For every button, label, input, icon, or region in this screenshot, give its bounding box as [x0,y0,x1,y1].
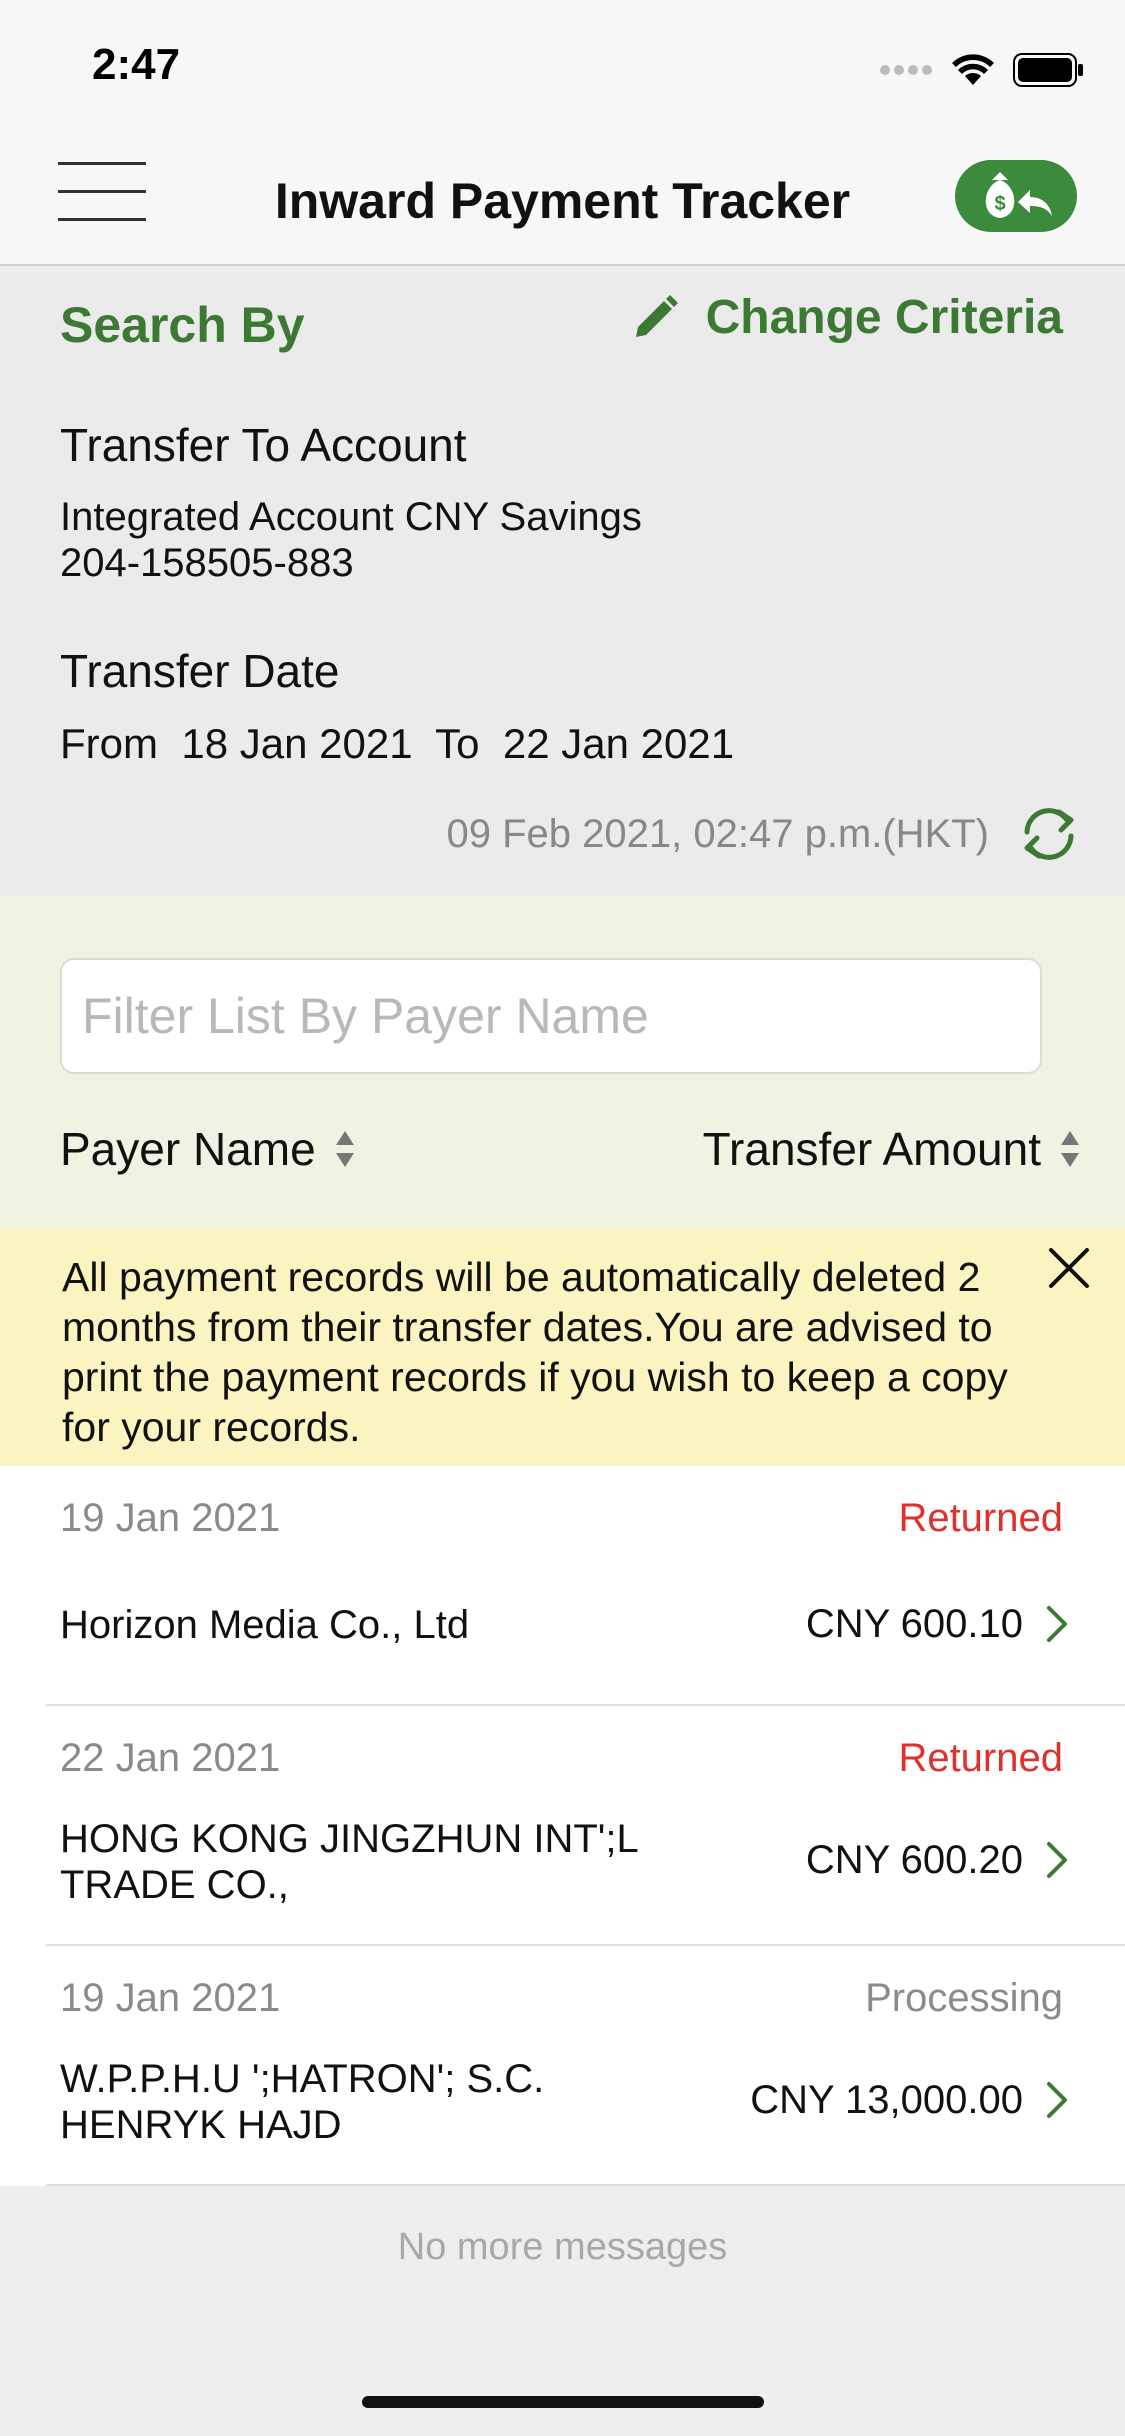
nav-bar: Inward Payment Tracker $ [0,140,1125,266]
record-amount: CNY 13,000.00 [750,2078,1023,2122]
change-criteria-label: Change Criteria [705,291,1063,344]
battery-icon [1013,53,1083,87]
cellular-signal-icon [880,65,932,75]
chevron-right-icon [1047,1606,1067,1642]
record-payer: HONG KONG JINGZHUN INT';L TRADE CO., [60,1817,638,1907]
svg-text:$: $ [994,193,1005,215]
record-payer: Horizon Media Co., Ltd [60,1603,470,1647]
last-updated-time: 09 Feb 2021, 02:47 p.m.(HKT) [446,811,990,856]
divider [46,2184,1125,2186]
payment-records-list: 19 Jan 2021 Returned Horizon Media Co., … [0,1466,1125,2186]
payment-record-row[interactable]: 22 Jan 2021 Returned HONG KONG JINGZHUN … [0,1706,1125,1946]
notice-banner: All payment records will be automaticall… [0,1228,1125,1466]
no-more-messages: No more messages [397,2226,728,2268]
transfer-amount-column-label: Transfer Amount [702,1123,1041,1175]
notice-text: All payment records will be automaticall… [62,1254,1008,1450]
payer-name-column-label: Payer Name [60,1123,316,1175]
record-amount: CNY 600.10 [805,1602,1023,1646]
close-icon[interactable] [1043,1242,1095,1294]
money-bag-return-icon: $ [985,172,1052,218]
pencil-icon [635,294,678,337]
chevron-right-icon [1047,2082,1067,2118]
search-by-heading: Search By [60,297,305,353]
change-criteria-button[interactable]: Change Criteria [630,290,1063,345]
record-date: 19 Jan 2021 [60,1976,281,2020]
last-updated-row: 09 Feb 2021, 02:47 p.m.(HKT) [447,802,1082,866]
account-name: Integrated Account CNY Savings [60,495,642,539]
filter-area: Payer Name Transfer Amount [0,896,1125,1228]
refresh-icon[interactable] [1017,802,1081,866]
chevron-right-icon [1047,1842,1067,1878]
date-range: From 18 Jan 2021 To 22 Jan 2021 [60,720,734,768]
search-criteria-panel: Search By Change Criteria Transfer To Ac… [0,266,1125,896]
record-status: Processing [865,1976,1063,2020]
money-bag-return-button[interactable]: $ [955,160,1077,232]
record-date: 19 Jan 2021 [60,1496,281,1540]
payer-name-filter-input[interactable] [60,958,1042,1074]
wifi-icon [952,54,994,85]
record-date: 22 Jan 2021 [60,1736,281,1780]
sort-arrows-icon [1061,1131,1079,1167]
status-icons [879,50,1085,90]
transfer-to-account-label: Transfer To Account [60,419,467,471]
home-indicator [362,2396,764,2408]
from-label: From [60,720,158,767]
account-number: 204-158505-883 [60,541,354,585]
to-date: 22 Jan 2021 [502,720,735,767]
to-label: To [435,720,480,767]
sort-arrows-icon [335,1131,354,1167]
status-time: 2:47 [92,40,181,89]
sort-payer-name-button[interactable]: Payer Name [60,1122,356,1176]
record-amount: CNY 600.20 [805,1838,1023,1882]
payment-record-row[interactable]: 19 Jan 2021 Returned Horizon Media Co., … [0,1466,1125,1706]
sort-transfer-amount-button[interactable]: Transfer Amount [703,1122,1081,1176]
record-payer: W.P.P.H.U ';HATRON'; S.C. HENRYK HAJD [60,2057,545,2147]
record-status: Returned [898,1736,1063,1780]
from-date: 18 Jan 2021 [181,720,413,767]
transfer-date-label: Transfer Date [60,645,340,697]
record-status: Returned [898,1496,1063,1540]
hamburger-icon [58,162,146,165]
status-bar: 2:47 [0,0,1125,140]
payment-record-row[interactable]: 19 Jan 2021 Processing W.P.P.H.U ';HATRO… [0,1946,1125,2186]
